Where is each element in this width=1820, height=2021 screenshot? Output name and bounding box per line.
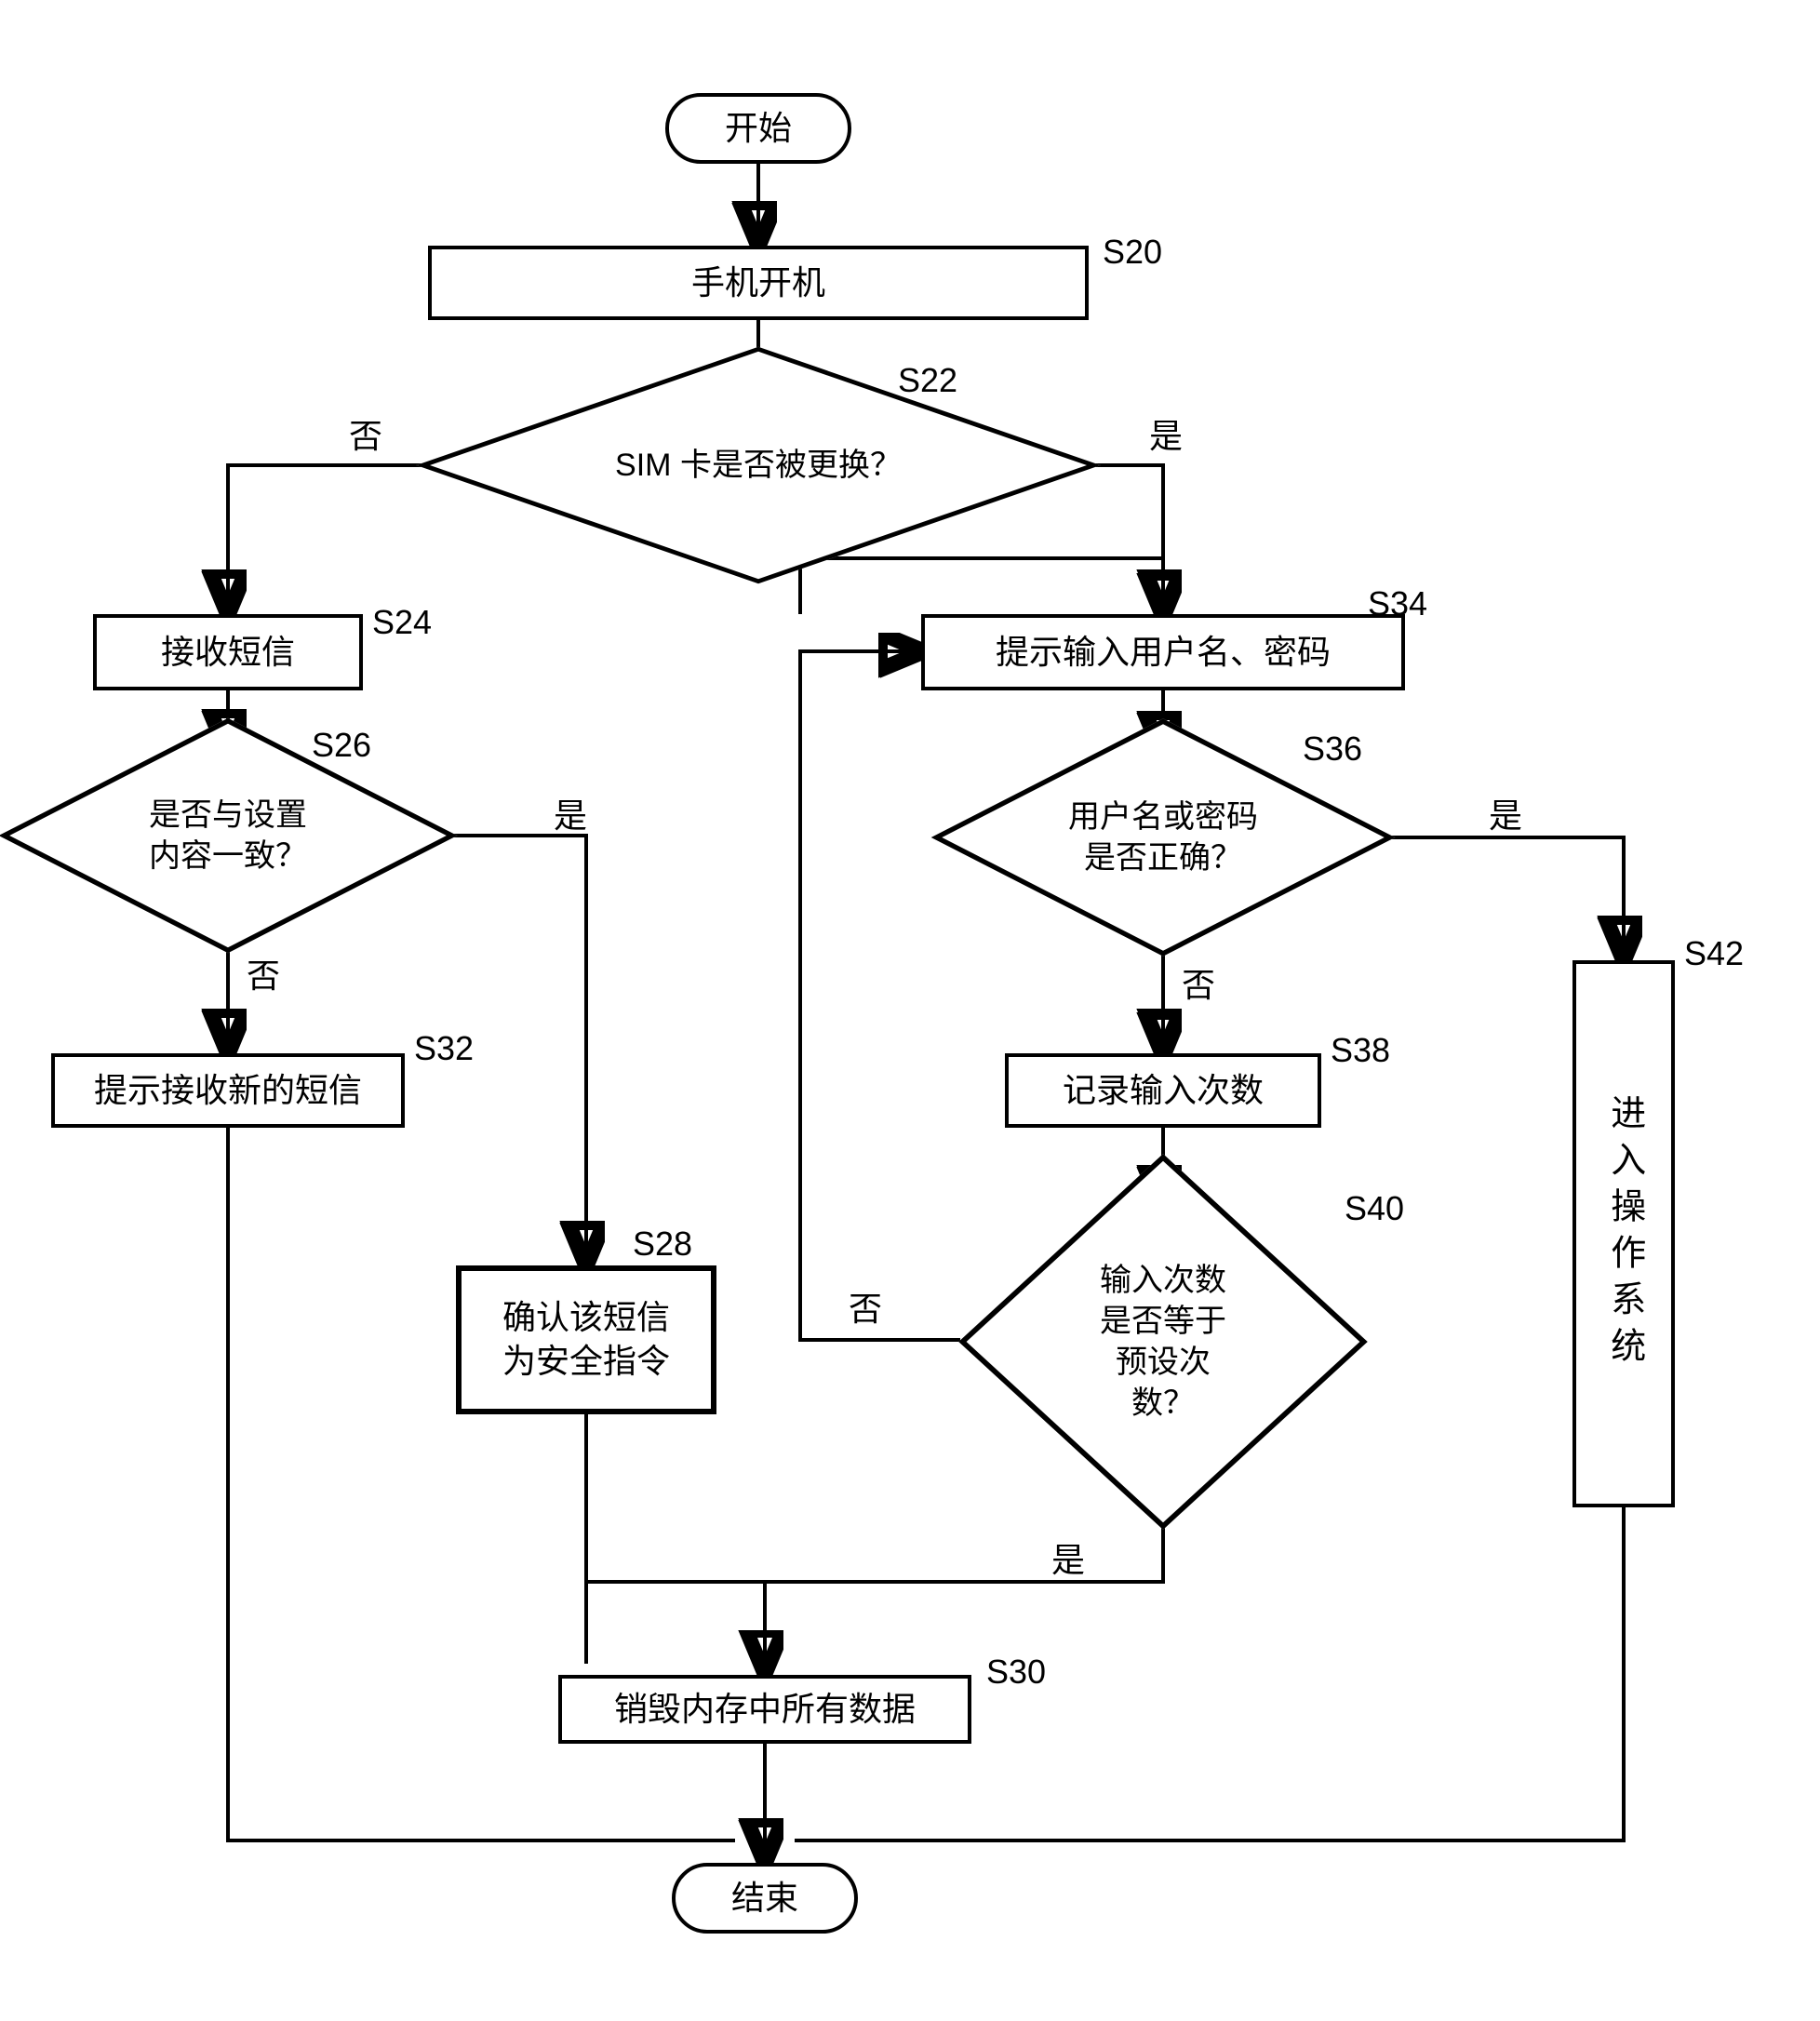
step-label-s32: S32	[414, 1029, 474, 1068]
step-label-s28: S28	[633, 1225, 692, 1264]
decision-s36: 用户名或密码 是否正确？	[997, 754, 1329, 921]
s26-no-label: 否	[247, 949, 280, 997]
step-label-s34: S34	[1368, 584, 1427, 623]
s24-text: 接收短信	[161, 631, 295, 675]
s36-no-label: 否	[1182, 958, 1215, 1007]
process-s28: 确认该短信 为安全指令	[456, 1265, 716, 1414]
decision-s22: SIM 卡是否被更换？	[591, 381, 926, 549]
end-label: 结束	[731, 1877, 798, 1921]
s20-text: 手机开机	[691, 261, 825, 305]
s36-text: 用户名或密码 是否正确？	[997, 754, 1329, 921]
start-terminator: 开始	[665, 93, 851, 164]
step-label-s30: S30	[986, 1653, 1046, 1692]
s36-yes-label: 是	[1489, 789, 1522, 837]
s40-yes-label: 是	[1051, 1533, 1085, 1582]
step-label-s42: S42	[1684, 934, 1744, 973]
decision-s26: 是否与设置 内容一致？	[65, 752, 391, 919]
step-label-s20: S20	[1103, 233, 1162, 272]
s42-text: 进入操作系统	[1600, 1094, 1646, 1373]
process-s20: 手机开机	[428, 246, 1089, 320]
process-s32: 提示接收新的短信	[51, 1053, 405, 1128]
process-s34: 提示输入用户名、密码	[921, 614, 1405, 690]
process-s42: 进入操作系统	[1572, 960, 1675, 1507]
s22-text: SIM 卡是否被更换？	[591, 381, 926, 549]
s38-text: 记录输入次数	[1063, 1069, 1264, 1113]
step-label-s24: S24	[372, 603, 432, 642]
s30-text: 销毁内存中所有数据	[614, 1688, 916, 1732]
s26-yes-label: 是	[554, 789, 587, 837]
end-terminator: 结束	[672, 1863, 858, 1934]
decision-s40: 输入次数 是否等于 预设次 数？	[960, 1208, 1366, 1476]
start-label: 开始	[725, 107, 792, 151]
s26-text: 是否与设置 内容一致？	[65, 752, 391, 919]
process-s38: 记录输入次数	[1005, 1053, 1321, 1128]
s22-yes-label: 是	[1149, 409, 1183, 458]
s22-no-label: 否	[349, 409, 382, 458]
s32-text: 提示接收新的短信	[94, 1069, 362, 1113]
s34-text: 提示输入用户名、密码	[996, 631, 1331, 675]
step-label-s38: S38	[1331, 1031, 1390, 1070]
s40-no-label: 否	[849, 1282, 882, 1331]
s40-text: 输入次数 是否等于 预设次 数？	[960, 1208, 1366, 1476]
process-s30: 销毁内存中所有数据	[558, 1675, 971, 1744]
s28-text: 确认该短信 为安全指令	[502, 1296, 670, 1384]
process-s24: 接收短信	[93, 614, 363, 690]
